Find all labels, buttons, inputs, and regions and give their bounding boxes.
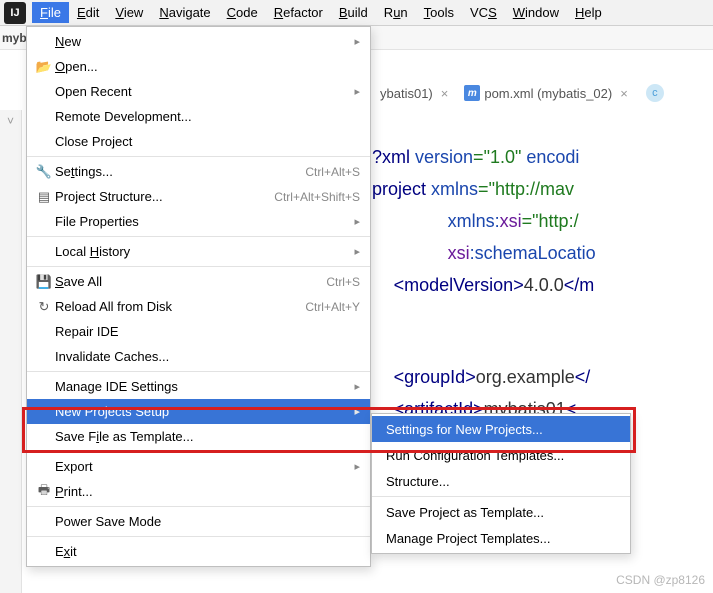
menu-item-settings[interactable]: 🔧 Settings... Ctrl+Alt+S <box>27 159 370 184</box>
menubar: IJ File Edit View Navigate Code Refactor… <box>0 0 713 26</box>
menubar-item-vcs[interactable]: VCS <box>462 2 505 23</box>
menu-item-open[interactable]: 📂 Open... <box>27 54 370 79</box>
menubar-item-tools[interactable]: Tools <box>416 2 462 23</box>
menu-item-project-structure[interactable]: ▤ Project Structure... Ctrl+Alt+Shift+S <box>27 184 370 209</box>
xml-tag: project <box>372 179 431 199</box>
menu-item-open-recent[interactable]: Open Recent ▸ <box>27 79 370 104</box>
submenu-item-settings-new-projects[interactable]: Settings for New Projects... <box>372 416 630 442</box>
chevron-right-icon: ▸ <box>354 380 360 393</box>
menu-item-power-save[interactable]: Power Save Mode <box>27 509 370 534</box>
menu-item-remote-dev[interactable]: Remote Development... <box>27 104 370 129</box>
menu-item-file-properties[interactable]: File Properties ▸ <box>27 209 370 234</box>
menubar-item-navigate[interactable]: Navigate <box>151 2 218 23</box>
tab-overflow-badge[interactable]: c <box>646 84 664 102</box>
new-projects-setup-submenu: Settings for New Projects... Run Configu… <box>371 413 631 554</box>
menu-item-save-file-template[interactable]: Save File as Template... <box>27 424 370 449</box>
project-name-fragment: myb <box>2 31 27 45</box>
reload-icon: ↻ <box>33 299 55 315</box>
wrench-icon: 🔧 <box>33 164 55 180</box>
menu-item-new[interactable]: New ▸ <box>27 29 370 54</box>
menu-separator <box>372 496 630 497</box>
chevron-right-icon: ▸ <box>354 405 360 418</box>
editor-tab-left[interactable]: ybatis01) × <box>372 82 456 105</box>
left-gutter: ˅ <box>0 110 22 593</box>
menu-separator <box>27 506 370 507</box>
menu-item-new-projects-setup[interactable]: New Projects Setup ▸ <box>27 399 370 424</box>
chevron-right-icon: ▸ <box>354 35 360 48</box>
editor-tabs: ybatis01) × m pom.xml (mybatis_02) × c <box>372 78 664 108</box>
menu-item-exit[interactable]: Exit <box>27 539 370 564</box>
menu-separator <box>27 451 370 452</box>
xml-decl: ?xml <box>372 147 415 167</box>
tab-label-fragment: ybatis01) <box>380 86 433 101</box>
menubar-item-code[interactable]: Code <box>219 2 266 23</box>
menubar-item-run[interactable]: Run <box>376 2 416 23</box>
menu-item-local-history[interactable]: Local History ▸ <box>27 239 370 264</box>
menu-separator <box>27 236 370 237</box>
menubar-item-build[interactable]: Build <box>331 2 376 23</box>
submenu-item-manage-project-templates[interactable]: Manage Project Templates... <box>372 525 630 551</box>
maven-file-icon: m <box>464 85 480 101</box>
menubar-item-refactor[interactable]: Refactor <box>266 2 331 23</box>
save-icon: 💾 <box>33 274 55 290</box>
watermark-text: CSDN @zp8126 <box>616 573 705 587</box>
submenu-item-run-config-templates[interactable]: Run Configuration Templates... <box>372 442 630 468</box>
tab-label: pom.xml (mybatis_02) <box>484 86 612 101</box>
submenu-item-save-project-template[interactable]: Save Project as Template... <box>372 499 630 525</box>
menu-separator <box>27 156 370 157</box>
close-icon[interactable]: × <box>441 86 449 101</box>
menubar-item-file[interactable]: File <box>32 2 69 23</box>
menu-separator <box>27 536 370 537</box>
structure-icon: ▤ <box>33 189 55 205</box>
chevron-right-icon: ▸ <box>354 460 360 473</box>
menubar-item-help[interactable]: Help <box>567 2 610 23</box>
chevron-right-icon: ▸ <box>354 245 360 258</box>
menubar-item-view[interactable]: View <box>107 2 151 23</box>
menubar-item-edit[interactable]: Edit <box>69 2 107 23</box>
app-logo-icon: IJ <box>4 2 26 24</box>
chevron-right-icon: ▸ <box>354 215 360 228</box>
menu-item-invalidate-caches[interactable]: Invalidate Caches... <box>27 344 370 369</box>
editor-tab-right[interactable]: m pom.xml (mybatis_02) × <box>456 81 635 105</box>
print-icon: 🖶 <box>33 481 55 503</box>
menu-separator <box>27 266 370 267</box>
menu-item-close-project[interactable]: Close Project <box>27 129 370 154</box>
close-icon[interactable]: × <box>620 86 628 101</box>
chevron-right-icon: ▸ <box>354 85 360 98</box>
menu-item-repair-ide[interactable]: Repair IDE <box>27 319 370 344</box>
menu-item-save-all[interactable]: 💾 Save All Ctrl+S <box>27 269 370 294</box>
submenu-item-structure[interactable]: Structure... <box>372 468 630 494</box>
menu-item-print[interactable]: 🖶 Print... <box>27 479 370 504</box>
menubar-item-window[interactable]: Window <box>505 2 567 23</box>
gutter-chevron-icon[interactable]: ˅ <box>0 114 21 128</box>
menu-separator <box>27 371 370 372</box>
folder-open-icon: 📂 <box>33 59 55 75</box>
menu-item-reload-disk[interactable]: ↻ Reload All from Disk Ctrl+Alt+Y <box>27 294 370 319</box>
menu-item-export[interactable]: Export ▸ <box>27 454 370 479</box>
menu-item-manage-ide-settings[interactable]: Manage IDE Settings ▸ <box>27 374 370 399</box>
file-menu-dropdown: New ▸ 📂 Open... Open Recent ▸ Remote Dev… <box>26 26 371 567</box>
